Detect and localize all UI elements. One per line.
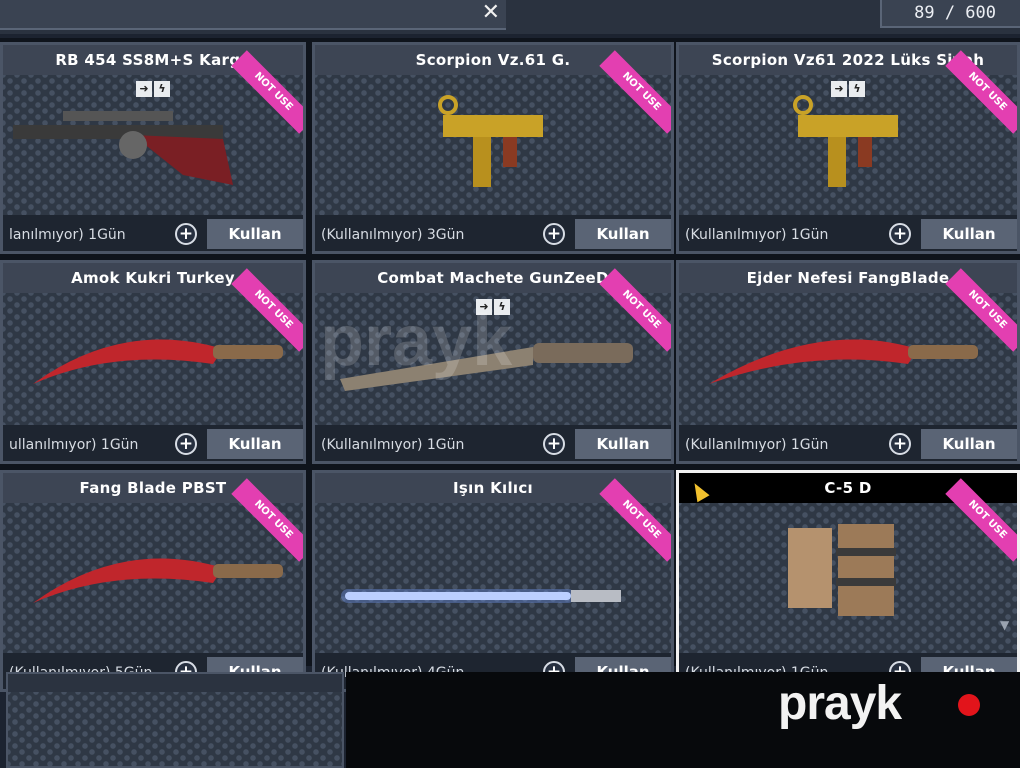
item-footer: (Kullanılmıyor) 1Gün + Kullan bbox=[679, 425, 1017, 461]
item-status: lanılmıyor) 1Gün bbox=[9, 227, 126, 243]
knife-icon bbox=[3, 293, 303, 429]
plus-icon[interactable]: + bbox=[543, 223, 565, 245]
item-footer: lanılmıyor) 1Gün + Kullan bbox=[3, 215, 303, 251]
item-footer: (Kullanılmıyor) 3Gün + Kullan bbox=[315, 215, 671, 251]
watermark-dot bbox=[958, 694, 980, 716]
use-button[interactable]: Kullan bbox=[575, 429, 671, 459]
item-card[interactable]: C-5 D NOT USE (Kullanılmıyor) 1Gün + Kul… bbox=[676, 470, 1020, 692]
watermark-logo: prayk bbox=[778, 677, 902, 730]
watermark-faint: prayk bbox=[320, 301, 513, 381]
item-preview bbox=[3, 293, 303, 425]
item-preview bbox=[315, 75, 671, 215]
item-preview bbox=[679, 503, 1017, 653]
item-preview bbox=[3, 503, 303, 653]
knife-icon bbox=[3, 503, 303, 657]
lightning-icon: ϟ bbox=[154, 81, 170, 97]
top-bar: ✕ 89 / 600 bbox=[0, 0, 1020, 34]
plus-icon[interactable]: + bbox=[889, 433, 911, 455]
item-card[interactable]: Işın Kılıcı NOT USE (Kullanılmıyor) 4Gün… bbox=[312, 470, 674, 692]
arrow-icon: ➜ bbox=[136, 81, 152, 97]
item-card[interactable]: Scorpion Vz.61 G. NOT USE (Kullanılmıyor… bbox=[312, 42, 674, 254]
item-status: ullanılmıyor) 1Gün bbox=[9, 437, 139, 453]
use-button[interactable]: Kullan bbox=[921, 219, 1017, 249]
item-card[interactable]: Fang Blade PBST NOT USE (Kullanılmıyor) … bbox=[0, 470, 306, 692]
item-preview bbox=[315, 503, 671, 653]
item-preview bbox=[679, 293, 1017, 425]
item-feature-icons: ➜ ϟ bbox=[831, 81, 865, 97]
close-icon[interactable]: ✕ bbox=[482, 1, 500, 25]
title-bar: ✕ bbox=[0, 0, 506, 30]
plus-icon[interactable]: + bbox=[543, 433, 565, 455]
scroll-down-icon[interactable]: ▼ bbox=[1000, 618, 1009, 632]
item-status: (Kullanılmıyor) 1Gün bbox=[685, 437, 829, 453]
inventory-counter: 89 / 600 bbox=[880, 0, 1020, 28]
item-status: (Kullanılmıyor) 1Gün bbox=[321, 437, 465, 453]
item-card[interactable]: Amok Kukri Turkey NOT USE ullanılmıyor) … bbox=[0, 260, 306, 464]
lightsaber-icon bbox=[315, 503, 671, 657]
lightning-icon: ϟ bbox=[849, 81, 865, 97]
item-feature-icons: ➜ ϟ bbox=[136, 81, 170, 97]
explosive-icon bbox=[679, 503, 1017, 657]
use-button[interactable]: Kullan bbox=[921, 429, 1017, 459]
knife-icon bbox=[679, 293, 1017, 429]
use-button[interactable]: Kullan bbox=[207, 429, 303, 459]
item-footer: (Kullanılmıyor) 1Gün + Kullan bbox=[315, 425, 671, 461]
item-card[interactable]: Scorpion Vz61 2022 Lüks Siyah ➜ ϟ NOT USE… bbox=[676, 42, 1020, 254]
item-card[interactable]: Ejder Nefesi FangBlade NOT USE (Kullanıl… bbox=[676, 260, 1020, 464]
item-footer: ullanılmıyor) 1Gün + Kullan bbox=[3, 425, 303, 461]
plus-icon[interactable]: + bbox=[889, 223, 911, 245]
use-button[interactable]: Kullan bbox=[207, 219, 303, 249]
item-status: (Kullanılmıyor) 1Gün bbox=[685, 227, 829, 243]
plus-icon[interactable]: + bbox=[175, 433, 197, 455]
item-card[interactable]: RB 454 SS8M+S Karga ➜ ϟ NOT USE lanılmıyo… bbox=[0, 42, 306, 254]
item-footer: (Kullanılmıyor) 1Gün + Kullan bbox=[679, 215, 1017, 251]
bottom-panel bbox=[346, 672, 1020, 768]
use-button[interactable]: Kullan bbox=[575, 219, 671, 249]
arrow-icon: ➜ bbox=[831, 81, 847, 97]
plus-icon[interactable]: + bbox=[175, 223, 197, 245]
item-status: (Kullanılmıyor) 3Gün bbox=[321, 227, 465, 243]
empty-slot-panel bbox=[6, 672, 344, 768]
smg-icon bbox=[315, 75, 671, 219]
